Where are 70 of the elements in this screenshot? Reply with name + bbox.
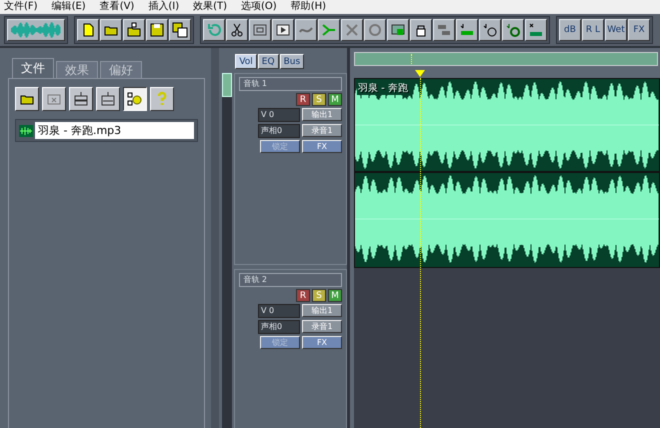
scrollbar-thumb[interactable] [222,73,232,97]
toolbar-button[interactable] [123,19,145,41]
scissors-icon [229,22,245,38]
insert-track-icon [73,91,89,107]
toolbar-button[interactable] [410,19,432,41]
toolbar-button[interactable] [433,19,455,41]
pan-field[interactable]: 声相0 [258,124,300,138]
waveform-icon [11,22,61,38]
record-button[interactable]: R [296,289,310,302]
merge-arrow-icon [321,22,337,38]
toolbar-button[interactable] [203,19,225,41]
floppy-disks-icon [172,22,188,38]
organizer-tab[interactable]: 偏好 [100,61,142,78]
toolbar-button[interactable] [364,19,386,41]
toolbar-button[interactable] [77,19,99,41]
undo-icon [206,22,222,38]
menu-item[interactable]: 选项(O) [241,1,277,13]
toolbar-button[interactable]: Wet [605,19,627,41]
file-item[interactable]: 羽泉 - 奔跑.mp3 [15,119,198,142]
mixer-tab[interactable]: Bus [280,54,304,69]
toolbar-button[interactable]: FX [628,19,650,41]
track-name: 音轨 2 [239,273,342,287]
toolbar-button[interactable] [387,19,409,41]
toolbar-button[interactable] [272,19,294,41]
volume-field[interactable]: V 0 [258,304,300,318]
output-button[interactable]: 输出1 [302,108,342,121]
menu-item[interactable]: 效果(T) [193,1,228,13]
mute-button[interactable]: M [328,93,342,106]
record-button[interactable]: R [296,93,310,106]
toolbar-button[interactable] [525,19,547,41]
toolbar-button[interactable] [456,19,478,41]
volume-field[interactable]: V 0 [258,108,300,122]
menu-item[interactable]: 文件(F) [4,1,38,13]
toolbar-button[interactable]: dB [559,19,581,41]
toolbar-button[interactable] [226,19,248,41]
menu-item[interactable]: 查看(V) [100,1,134,13]
menu-item[interactable]: 帮助(H) [290,1,326,13]
stacked-bars-icon [436,22,452,38]
track-name: 音轨 1 [239,77,342,91]
file-name: 羽泉 - 奔跑.mp3 [35,122,194,139]
audio-clip[interactable]: 羽泉 - 奔跑 [354,78,660,268]
cross-icon [344,22,360,38]
menu-item[interactable]: 编辑(E) [52,1,86,13]
scrollbar[interactable] [222,73,232,428]
organizer-tab[interactable]: 效果 [56,61,98,78]
toolbar-button[interactable] [169,19,191,41]
output-button[interactable]: 输出1 [302,304,342,317]
toolbar-button[interactable] [479,19,501,41]
toolbar-button[interactable]: R L [582,19,604,41]
mixer-tab[interactable]: Vol [235,54,257,69]
organizer-tab[interactable]: 文件 [12,58,54,78]
waveform-icon [19,124,33,136]
input-button[interactable]: 录音1 [302,320,342,333]
fx-button[interactable]: FX [302,140,342,153]
toolbar-button[interactable] [249,19,271,41]
mixer-tab[interactable]: EQ [258,54,279,69]
clip-title: 羽泉 - 奔跑 [357,81,409,95]
mute-button[interactable]: M [328,289,342,302]
toolbar-button[interactable] [341,19,363,41]
frame-icon [252,22,268,38]
pan-field[interactable]: 声相0 [258,320,300,334]
toolbar-button[interactable] [502,19,524,41]
toolbar-button[interactable] [318,19,340,41]
toolbar-button[interactable] [100,19,122,41]
fx-button[interactable]: FX [302,336,342,349]
toolbar-button[interactable] [295,19,317,41]
input-button[interactable]: 录音1 [302,124,342,137]
panel-button[interactable] [123,87,147,111]
menu-item[interactable]: 插入(I) [148,1,180,13]
toolbar-button[interactable] [146,19,168,41]
